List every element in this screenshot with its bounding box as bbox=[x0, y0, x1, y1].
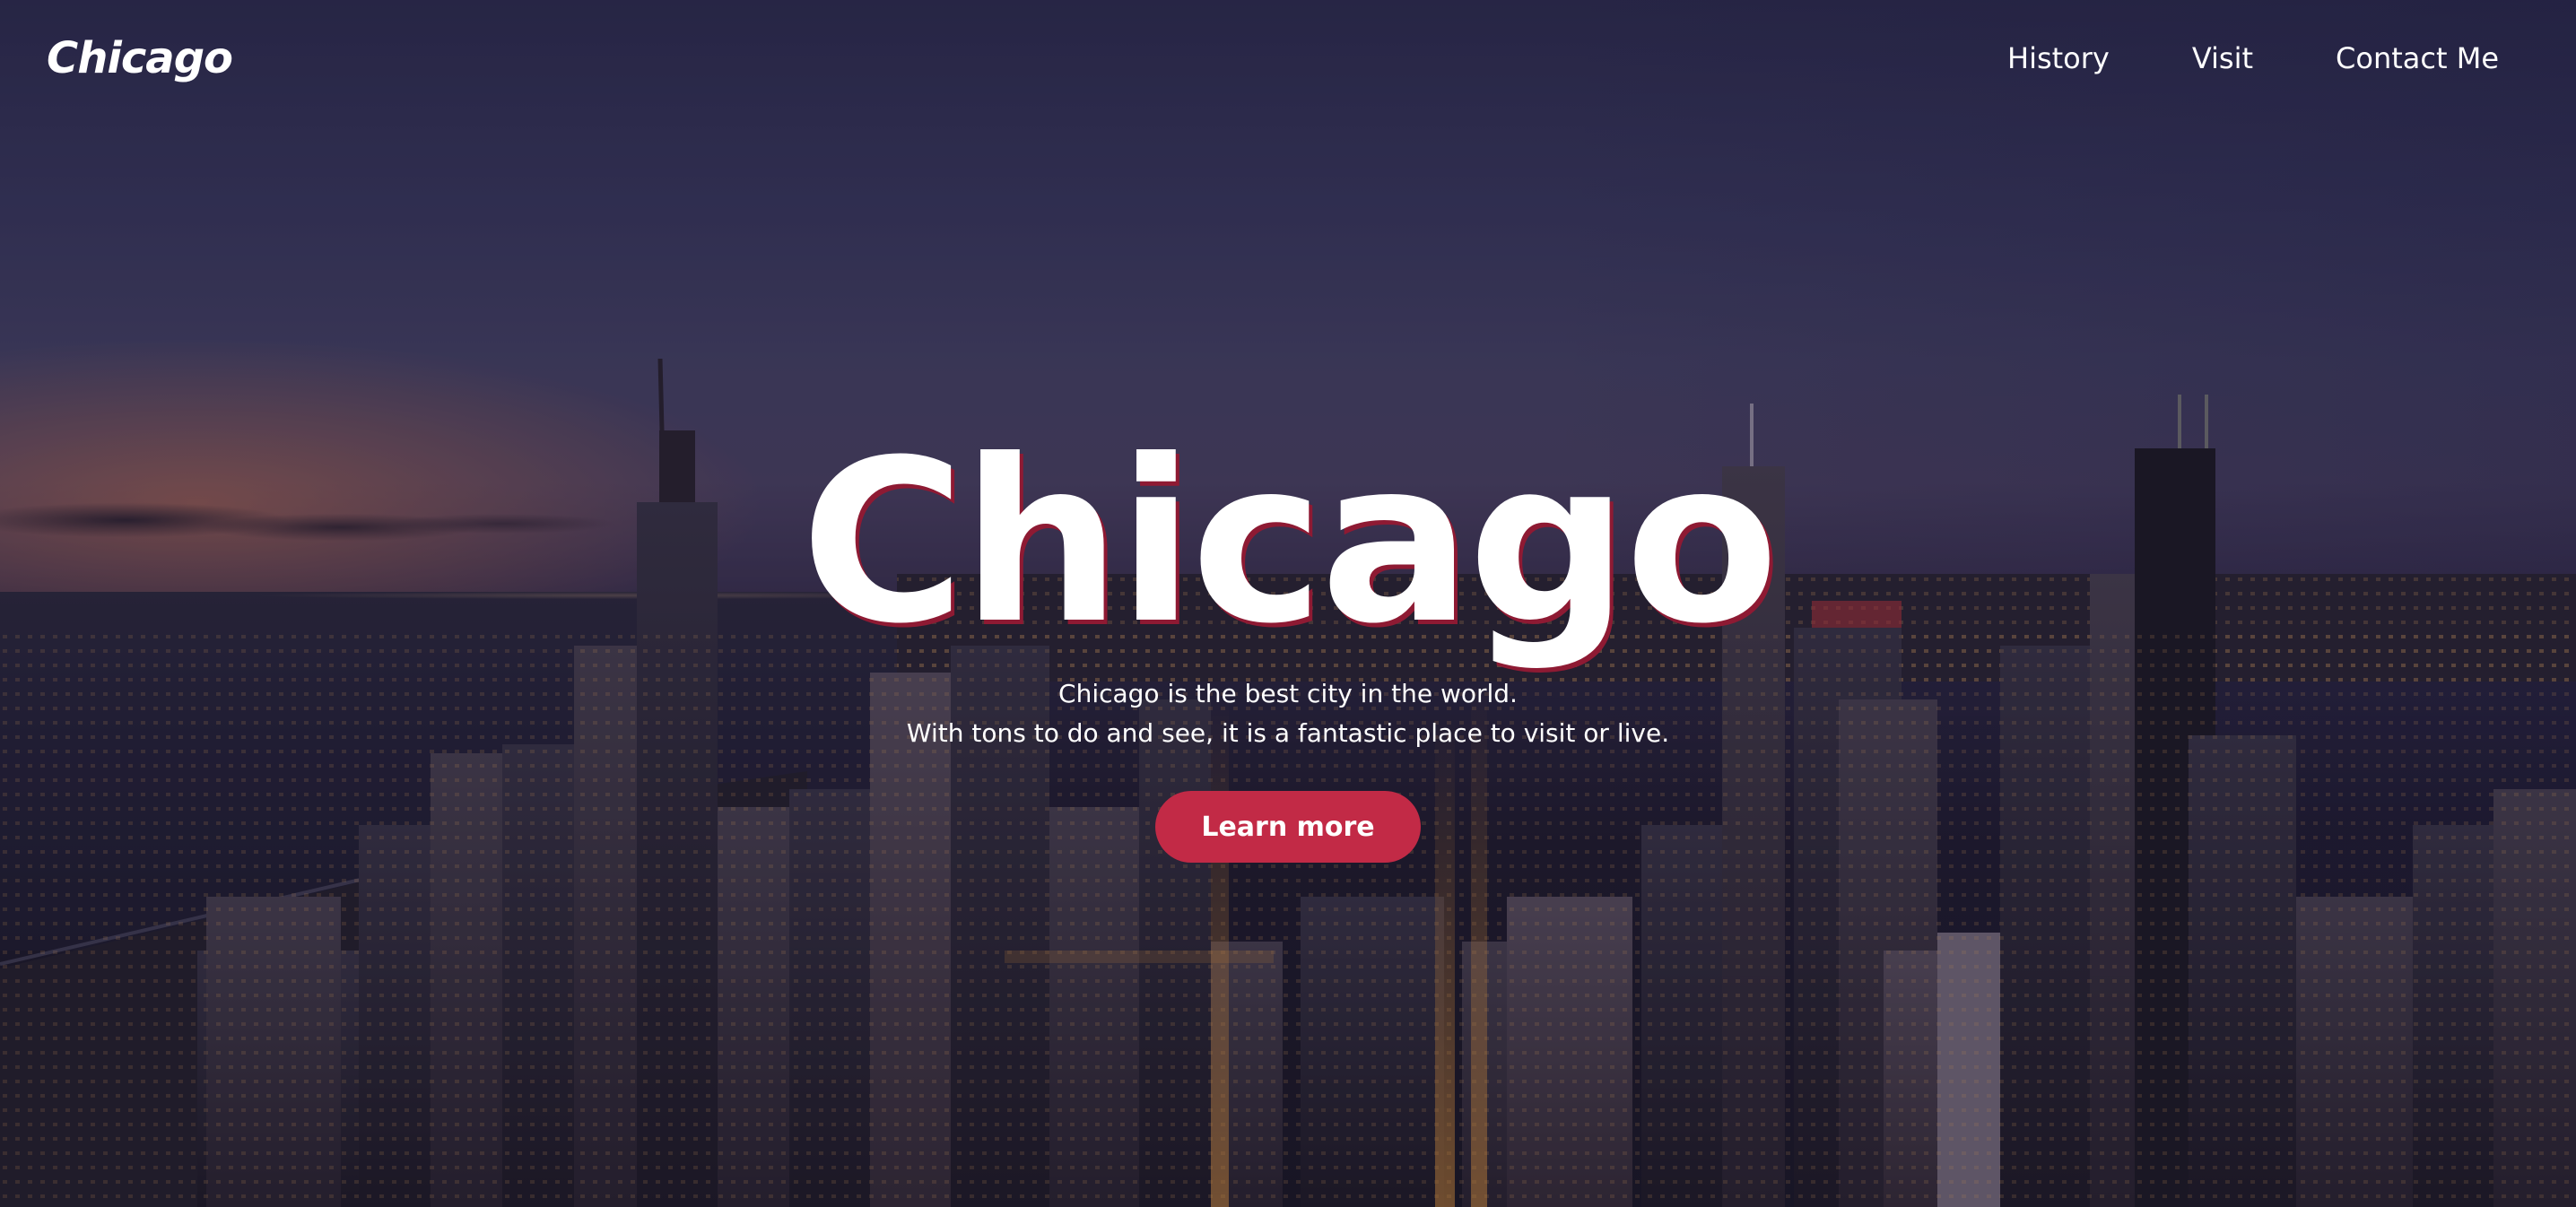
hero-title: Chicago bbox=[800, 412, 1780, 673]
nav-link-visit[interactable]: Visit bbox=[2192, 41, 2253, 75]
learn-more-button[interactable]: Learn more bbox=[1155, 791, 1421, 863]
brand-logo[interactable]: Chicago bbox=[47, 33, 233, 83]
nav-link-contact-me[interactable]: Contact Me bbox=[2336, 41, 2499, 75]
nav-link-history[interactable]: History bbox=[2007, 41, 2110, 75]
hero-description: Chicago is the best city in the world. W… bbox=[907, 678, 1669, 750]
hero-section: Chicago Chicago is the best city in the … bbox=[0, 430, 2576, 863]
top-nav: Chicago History Visit Contact Me bbox=[0, 0, 2576, 117]
nav-links: History Visit Contact Me bbox=[2007, 41, 2499, 75]
hero-line-2: With tons to do and see, it is a fantast… bbox=[906, 718, 1670, 748]
hero-line-1: Chicago is the best city in the world. bbox=[1058, 679, 1518, 708]
